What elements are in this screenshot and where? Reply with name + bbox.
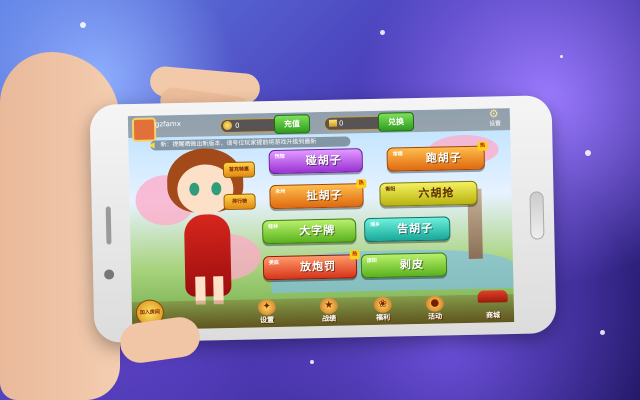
gold-value: 0 [234, 121, 240, 130]
diamond-value: 0 [338, 119, 344, 128]
mode-button-liuhuqiang[interactable]: 衡阳 六胡抢 [379, 180, 478, 207]
mode-button-chehuzi[interactable]: 永州 扯胡子 热 [269, 179, 367, 210]
mascot-dress [183, 213, 232, 297]
first-charge-badge[interactable]: 首充特惠 [222, 161, 256, 179]
mode-region: 湘乡 [370, 221, 381, 229]
nav-label: 设置 [260, 316, 275, 325]
mascot-eye [211, 182, 222, 196]
sparkle-decoration [585, 150, 591, 156]
mode-button-penghuzi[interactable]: 恍惚 碰胡子 [268, 148, 364, 175]
shop-icon [477, 290, 508, 303]
nav-welfare[interactable]: ❀ 福利 [368, 296, 399, 323]
shop-button[interactable]: 商城 [476, 290, 511, 321]
mode-region: 桂林 [268, 223, 279, 231]
mode-label: 扯胡子 [306, 188, 343, 203]
mode-label: 告胡子 [397, 221, 434, 236]
top-bar: gzfamx 0 充值 0 兑换 ⚙ 设置 [127, 108, 511, 142]
nav-settings[interactable]: ✦ 设置 [252, 299, 283, 326]
sparkle-decoration [600, 330, 605, 335]
camera [104, 269, 115, 280]
mode-button-fangpaofa[interactable]: 娄底 放炮罚 热 [262, 250, 360, 281]
hot-badge: 热 [356, 179, 367, 189]
mode-button-paohuzi[interactable]: 常德 跑胡子 热 [386, 141, 488, 172]
mode-label: 碰胡子 [305, 153, 342, 168]
nav-label: 战绩 [322, 314, 337, 324]
settings-label: 设置 [488, 120, 502, 128]
mascot-eye [189, 182, 200, 196]
speaker-grill [105, 206, 112, 245]
mode-region: 永州 [275, 188, 286, 195]
wrench-icon: ✦ [257, 299, 277, 316]
mode-label: 六胡抢 [418, 186, 455, 200]
rank-badge[interactable]: 排行榜 [223, 193, 256, 211]
sparkle-decoration [80, 22, 86, 28]
mode-region: 衡阳 [385, 186, 396, 193]
recharge-button[interactable]: 充值 [273, 114, 311, 135]
hot-badge: 热 [349, 250, 360, 260]
username: gzfamx [154, 119, 181, 129]
trophy-icon: ★ [319, 297, 338, 315]
gold-bar-icon [328, 119, 338, 127]
hot-badge: 热 [477, 141, 488, 151]
mode-region: 娄底 [268, 259, 279, 267]
nav-records[interactable]: ★ 战绩 [314, 297, 345, 325]
mode-region: 邵阳 [366, 257, 377, 265]
exchange-button[interactable]: 兑换 [377, 112, 415, 132]
coin-icon [222, 120, 233, 131]
sparkle-decoration [380, 30, 385, 35]
mode-label: 大字牌 [299, 223, 336, 238]
shop-label: 商城 [485, 311, 501, 320]
home-button[interactable] [529, 191, 545, 240]
gift-icon: ❀ [373, 296, 392, 313]
avatar[interactable] [131, 117, 157, 142]
nav-label: 福利 [375, 313, 391, 322]
phone: gzfamx 0 充值 0 兑换 ⚙ 设置 ◀ 新：提醒晒微出新版本，请号位玩家… [89, 95, 557, 343]
nav-events[interactable]: ● 活动 [420, 295, 451, 322]
sparkle-decoration [310, 360, 314, 364]
sparkle-decoration [560, 55, 563, 58]
mode-label: 剥皮 [399, 257, 425, 272]
join-room-label: 加入房间 [139, 309, 160, 316]
game-screen: gzfamx 0 充值 0 兑换 ⚙ 设置 ◀ 新：提醒晒微出新版本，请号位玩家… [127, 108, 515, 331]
mode-label: 放炮罚 [299, 259, 337, 274]
mode-button-baopi[interactable]: 邵阳 剥皮 [360, 252, 448, 279]
mode-region: 恍惚 [274, 153, 285, 160]
mode-button-gaohuzi[interactable]: 湘乡 告胡子 [363, 216, 451, 243]
gear-icon: ⚙ [488, 108, 499, 121]
lantern-icon: ● [425, 295, 444, 312]
mode-region: 常德 [392, 151, 403, 158]
mode-label: 跑胡子 [425, 151, 462, 165]
mode-button-daziapai[interactable]: 桂林 大字牌 [262, 218, 357, 245]
nav-label: 活动 [427, 312, 443, 321]
settings-button[interactable]: ⚙ 设置 [484, 108, 506, 128]
